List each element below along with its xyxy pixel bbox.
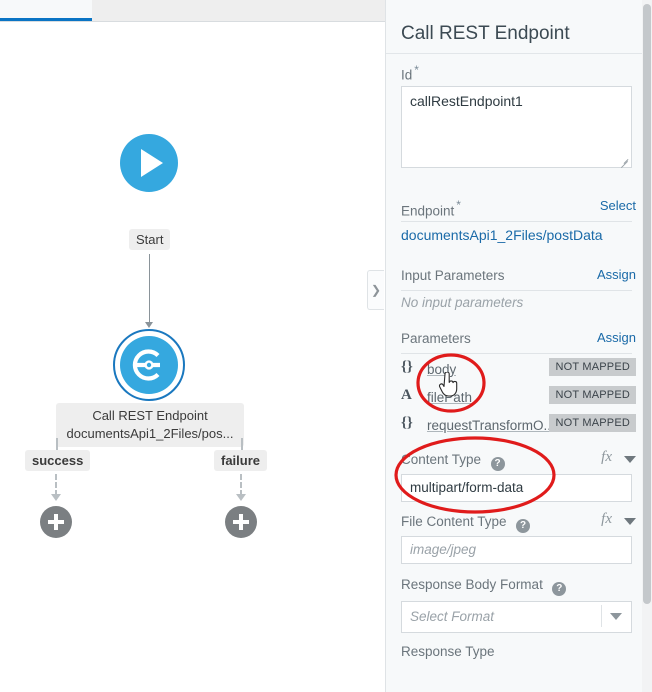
flow-canvas[interactable]: Start Call REST Endpoint documentsApi1_2…	[0, 22, 386, 692]
file-content-type-placeholder: image/jpeg	[410, 542, 477, 557]
edge-to-success-label	[56, 438, 58, 450]
endpoint-value-link[interactable]: documentsApi1_2Files/postData	[401, 227, 603, 243]
question-mark-icon-file-content-type[interactable]: ?	[516, 519, 531, 533]
response-type-label: Response Type	[401, 644, 495, 659]
endpoint-select-link[interactable]: Select	[600, 198, 636, 213]
parameter-type-icon-object: {}	[401, 359, 413, 375]
edge-arrow-start-to-rest	[145, 322, 153, 328]
fx-toggle-file-content-type[interactable]: fx	[601, 511, 612, 528]
input-parameters-assign-link[interactable]: Assign	[597, 267, 636, 282]
input-parameters-header: Input Parameters Assign	[401, 267, 636, 285]
parameters-assign-link[interactable]: Assign	[597, 330, 636, 345]
parameter-row-body[interactable]: {} body NOT MAPPED	[401, 358, 636, 384]
rest-node-label: Call REST Endpoint documentsApi1_2Files/…	[56, 403, 244, 447]
call-rest-endpoint-node[interactable]	[113, 329, 185, 401]
content-type-label: Content Type	[401, 452, 482, 467]
file-content-type-header: File Content Type ? fx	[401, 511, 636, 533]
branch-label-success: success	[25, 450, 91, 471]
input-parameters-label: Input Parameters	[401, 268, 505, 283]
edge-start-to-rest	[149, 254, 150, 324]
panel-scrollbar-thumb[interactable]	[643, 4, 651, 604]
start-node-label: Start	[129, 229, 171, 250]
status-badge-request-transform: NOT MAPPED	[549, 414, 636, 432]
branch-label-failure: failure	[214, 450, 268, 471]
id-field-label: Id *	[401, 63, 419, 83]
question-mark-icon-response-body-format[interactable]: ?	[552, 582, 567, 596]
response-body-format-label: Response Body Format	[401, 577, 543, 592]
parameter-row-request-transform[interactable]: {} requestTransformO... NOT MAPPED	[401, 414, 636, 440]
rest-node-label-line2: documentsApi1_2Files/pos...	[66, 426, 234, 441]
start-node[interactable]	[120, 134, 178, 192]
chevron-down-icon-response-body-format[interactable]	[610, 613, 622, 620]
id-input[interactable]: callRestEndpoint1	[401, 86, 632, 169]
play-icon	[141, 149, 163, 177]
endpoint-divider	[401, 221, 632, 222]
id-required-marker: *	[414, 63, 419, 77]
parameter-name-request-transform[interactable]: requestTransformO...	[427, 418, 555, 433]
chevron-down-icon-content-type[interactable]	[624, 456, 636, 463]
add-step-button-success[interactable]	[40, 506, 72, 538]
id-input-value: callRestEndpoint1	[410, 93, 523, 109]
mouse-cursor-hand-icon	[438, 372, 458, 397]
question-mark-icon-content-type[interactable]: ?	[490, 457, 505, 471]
parameter-row-filepath[interactable]: A filePath NOT MAPPED	[401, 386, 636, 412]
edge-failure-to-add	[240, 474, 242, 496]
file-content-type-input[interactable]: image/jpeg	[401, 536, 632, 564]
fx-toggle-content-type[interactable]: fx	[601, 449, 612, 466]
content-type-header: Content Type ? fx	[401, 449, 636, 471]
content-type-input[interactable]: multipart/form-data	[401, 474, 632, 502]
response-body-format-placeholder: Select Format	[410, 609, 495, 624]
panel-body: Id * callRestEndpoint1 Endpoint * Select d…	[386, 55, 652, 692]
edge-success-to-add	[55, 474, 57, 496]
edge-arrow-success	[51, 494, 61, 501]
panel-scrollbar-track[interactable]	[642, 0, 652, 692]
parameters-divider	[401, 353, 632, 354]
app-root: Start Call REST Endpoint documentsApi1_2…	[0, 0, 652, 692]
edge-arrow-failure	[236, 494, 246, 501]
input-parameters-divider	[401, 290, 632, 291]
chevron-right-icon: ❯	[370, 283, 382, 297]
content-type-value: multipart/form-data	[410, 480, 524, 495]
resize-grip-icon[interactable]	[620, 157, 629, 169]
select-divider	[601, 605, 602, 627]
endpoint-field-label: Endpoint	[401, 203, 455, 219]
status-badge-body: NOT MAPPED	[549, 358, 636, 376]
panel-collapse-handle[interactable]: ❯	[367, 270, 384, 310]
edge-to-failure-label	[241, 438, 243, 450]
rest-endpoint-icon	[132, 349, 160, 381]
add-step-button-failure[interactable]	[225, 506, 257, 538]
parameter-type-icon-object-2: {}	[401, 415, 413, 431]
panel-header: Call REST Endpoint	[386, 0, 652, 54]
response-body-format-header: Response Body Format ?	[401, 576, 636, 596]
status-badge-filepath: NOT MAPPED	[549, 386, 636, 404]
response-body-format-select[interactable]: Select Format	[401, 601, 632, 633]
rest-node-label-line1: Call REST Endpoint	[92, 408, 208, 423]
endpoint-required-marker: *	[456, 198, 461, 212]
parameters-label: Parameters	[401, 331, 471, 346]
parameters-header: Parameters Assign	[401, 330, 636, 348]
file-content-type-label: File Content Type	[401, 514, 507, 529]
input-parameters-empty-text: No input parameters	[401, 295, 524, 310]
parameter-type-icon-string: A	[401, 387, 412, 403]
page-title: Call REST Endpoint	[401, 23, 570, 44]
chevron-down-icon-file-content-type[interactable]	[624, 518, 636, 525]
endpoint-field-header: Endpoint * Select	[401, 198, 636, 220]
properties-panel: Call REST Endpoint Id * callRestEndpoint1…	[385, 0, 652, 692]
